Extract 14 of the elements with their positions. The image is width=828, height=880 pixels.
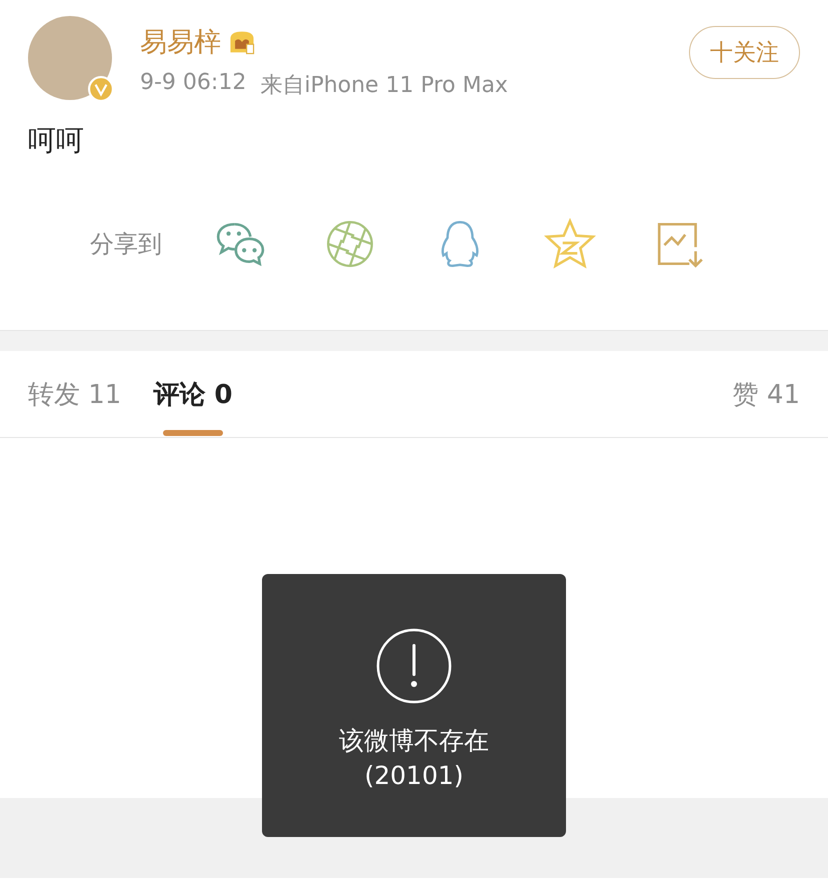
- post-source: 来自iPhone 11 Pro Max: [260, 72, 508, 100]
- share-label: 分享到: [90, 229, 162, 260]
- exclamation-icon: [376, 628, 452, 704]
- tab[interactable]: 转发 11: [28, 368, 122, 420]
- follow-button[interactable]: 十关注: [689, 26, 800, 79]
- toast-message: 该微博不存在: [339, 725, 489, 757]
- post-time: 9-9 06:12: [140, 70, 246, 97]
- post-text: 呵呵: [28, 123, 85, 159]
- active-tab-indicator: [163, 430, 223, 436]
- tab[interactable]: 评论 0: [153, 368, 233, 420]
- toast-error-code: (20101): [364, 761, 464, 790]
- author-name[interactable]: 易易梓: [140, 24, 221, 60]
- tab[interactable]: 赞 41: [732, 368, 800, 420]
- star-icon[interactable]: [544, 218, 596, 270]
